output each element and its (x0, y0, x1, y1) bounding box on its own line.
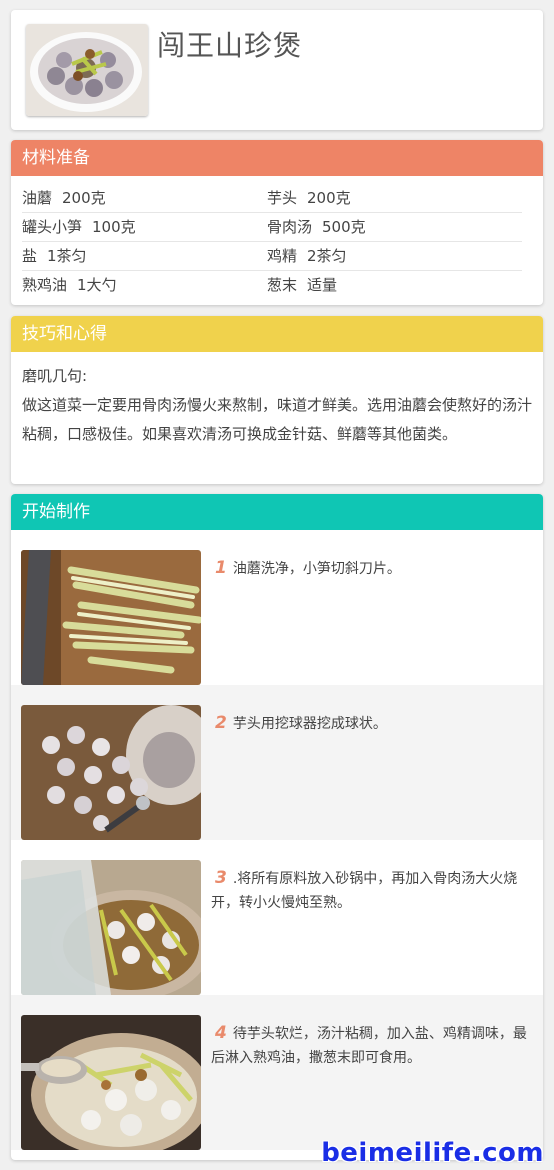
ingredient-amount: 2茶匀 (307, 247, 347, 265)
ingredient-name: 油蘑 (22, 189, 53, 207)
step-description: 1 油蘑洗净，小笋切斜刀片。 (211, 556, 531, 581)
step-number: 2 (215, 713, 227, 733)
step-description: 3 .将所有原料放入砂锅中，再加入骨肉汤大火烧开，转小火慢炖至熟。 (211, 866, 531, 915)
step-item: 3 .将所有原料放入砂锅中，再加入骨肉汤大火烧开，转小火慢炖至熟。 (11, 840, 543, 995)
ingredient-item: 骨肉汤 500克 (267, 213, 512, 241)
ingredient-name: 熟鸡油 (22, 276, 68, 294)
ingredients-header: 材料准备 (11, 140, 543, 176)
ingredient-row: 罐头小笋 100克 骨肉汤 500克 (22, 213, 522, 242)
ingredient-item: 熟鸡油 1大勺 (22, 271, 267, 300)
ingredient-amount: 500克 (322, 218, 366, 236)
ingredient-name: 芋头 (267, 189, 298, 207)
ingredient-amount: 100克 (92, 218, 136, 236)
ingredient-amount: 1大勺 (77, 276, 117, 294)
ingredient-name: 鸡精 (267, 247, 298, 265)
tips-subtitle: 磨叽几句: (22, 367, 88, 385)
step-text: 芋头用挖球器挖成球状。 (232, 716, 387, 732)
recipe-title: 闯王山珍煲 (157, 29, 303, 62)
ingredient-item: 盐 1茶匀 (22, 242, 267, 270)
ingredient-name: 骨肉汤 (267, 218, 313, 236)
step-number: 3 (215, 868, 227, 888)
step-photo[interactable] (21, 1015, 201, 1150)
ingredient-row: 油蘑 200克 芋头 200克 (22, 184, 522, 213)
ingredient-row: 熟鸡油 1大勺 葱末 适量 (22, 271, 522, 300)
site-watermark: beimeilife.com (321, 1138, 544, 1168)
step-item: 1 油蘑洗净，小笋切斜刀片。 (11, 530, 543, 685)
steps-card: 开始制作 1 油蘑洗净，小笋切斜刀片。 2 芋头用挖球器挖成球状。 3 .将所有… (11, 494, 543, 1160)
recipe-header-card: 闯王山珍煲 (11, 10, 543, 130)
step-text: .将所有原料放入砂锅中，再加入骨肉汤大火烧开，转小火慢炖至熟。 (211, 871, 518, 911)
step-item: 4 待芋头软烂，汤汁粘稠，加入盐、鸡精调味，最后淋入熟鸡油，撒葱末即可食用。 (11, 995, 543, 1150)
ingredients-table: 油蘑 200克 芋头 200克 罐头小笋 100克 骨肉汤 500克 盐 1茶匀 鸡精 2茶… (22, 184, 522, 300)
step-photo[interactable] (21, 705, 201, 840)
recipe-thumbnail[interactable] (26, 24, 148, 116)
steps-header: 开始制作 (11, 494, 543, 530)
ingredient-item: 罐头小笋 100克 (22, 213, 267, 241)
step-text: 油蘑洗净，小笋切斜刀片。 (232, 561, 401, 577)
step-number: 4 (215, 1023, 227, 1043)
ingredient-name: 葱末 (267, 276, 298, 294)
step-description: 2 芋头用挖球器挖成球状。 (211, 711, 531, 736)
ingredient-amount: 1茶匀 (47, 247, 87, 265)
step-text: 待芋头软烂，汤汁粘稠，加入盐、鸡精调味，最后淋入熟鸡油，撒葱末即可食用。 (211, 1026, 527, 1066)
ingredient-item: 芋头 200克 (267, 184, 512, 212)
tips-content: 磨叽几句: 做这道菜一定要用骨肉汤慢火来熬制，味道才鲜美。选用油蘑会使熬好的汤汁… (11, 352, 543, 449)
ingredient-item: 油蘑 200克 (22, 184, 267, 212)
step-number: 1 (215, 558, 227, 578)
step-item: 2 芋头用挖球器挖成球状。 (11, 685, 543, 840)
step-photo[interactable] (21, 860, 201, 995)
tips-text: 做这道菜一定要用骨肉汤慢火来熬制，味道才鲜美。选用油蘑会使熬好的汤汁粘稠，口感极… (22, 396, 533, 443)
ingredient-amount: 200克 (62, 189, 106, 207)
ingredient-name: 盐 (22, 247, 38, 265)
ingredient-row: 盐 1茶匀 鸡精 2茶匀 (22, 242, 522, 271)
step-description: 4 待芋头软烂，汤汁粘稠，加入盐、鸡精调味，最后淋入熟鸡油，撒葱末即可食用。 (211, 1021, 531, 1070)
ingredient-name: 罐头小笋 (22, 218, 83, 236)
ingredient-item: 鸡精 2茶匀 (267, 242, 512, 270)
ingredient-item: 葱末 适量 (267, 271, 512, 300)
tips-header: 技巧和心得 (11, 316, 543, 352)
ingredient-amount: 适量 (307, 276, 338, 294)
ingredients-card: 材料准备 油蘑 200克 芋头 200克 罐头小笋 100克 骨肉汤 500克 盐 1茶匀… (11, 140, 543, 305)
step-photo[interactable] (21, 550, 201, 685)
ingredient-amount: 200克 (307, 189, 351, 207)
tips-card: 技巧和心得 磨叽几句: 做这道菜一定要用骨肉汤慢火来熬制，味道才鲜美。选用油蘑会… (11, 316, 543, 484)
